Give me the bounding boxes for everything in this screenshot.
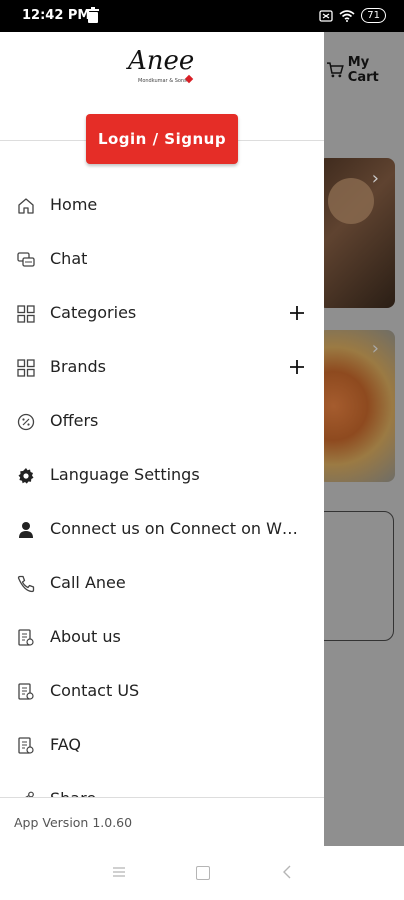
wifi-icon <box>339 9 355 22</box>
menu-item-label: Connect us on Connect on Whats... <box>50 519 308 538</box>
menu-item-label: Contact US <box>50 681 140 700</box>
chevron-right-icon: › <box>371 168 379 189</box>
cart-button[interactable]: My Cart <box>326 55 404 85</box>
menu-item-label: Language Settings <box>50 465 200 484</box>
expand-plus-icon[interactable] <box>289 359 305 375</box>
menu-item-label: About us <box>50 627 121 646</box>
drawer-menu: Home Chat Categories Brands Offers Langu… <box>0 179 324 797</box>
brand-logo: Anee Mondkumar & Sons <box>128 46 198 96</box>
phone-icon <box>17 575 35 593</box>
menu-item-home[interactable]: Home <box>0 179 324 233</box>
menu-item-call[interactable]: Call Anee <box>0 557 324 611</box>
menu-item-label: Chat <box>50 249 88 268</box>
logo-text: Anee <box>128 46 195 76</box>
menu-item-label: Brands <box>50 357 106 376</box>
menu-item-label: Share <box>50 789 96 797</box>
cart-icon <box>326 62 344 78</box>
offers-icon <box>17 413 35 431</box>
menu-item-brands[interactable]: Brands <box>0 341 324 395</box>
menu-item-categories[interactable]: Categories <box>0 287 324 341</box>
logo-subtext: Mondkumar & Sons <box>138 78 187 84</box>
home-nav-icon[interactable] <box>196 866 210 880</box>
trash-icon <box>87 7 99 23</box>
menu-item-label: Offers <box>50 411 99 430</box>
system-nav-bar <box>0 846 404 900</box>
menu-item-contact[interactable]: Contact US <box>0 665 324 719</box>
app-version: App Version 1.0.60 <box>14 815 133 830</box>
banner-image-tea[interactable]: › <box>318 158 395 308</box>
background-card <box>315 511 394 641</box>
menu-item-whatsapp[interactable]: Connect us on Connect on Whats... <box>0 503 324 557</box>
battery-indicator: 71 <box>361 8 386 23</box>
menu-item-chat[interactable]: Chat <box>0 233 324 287</box>
document-icon <box>18 629 34 646</box>
menu-item-label: Categories <box>50 303 137 322</box>
grid-icon <box>17 359 35 377</box>
menu-item-offers[interactable]: Offers <box>0 395 324 449</box>
banner-image-snack[interactable]: › <box>318 330 395 482</box>
menu-item-about[interactable]: About us <box>0 611 324 665</box>
menu-item-faq[interactable]: FAQ <box>0 719 324 773</box>
person-icon <box>19 522 33 538</box>
menu-item-label: Call Anee <box>50 573 126 592</box>
menu-item-language-settings[interactable]: Language Settings <box>0 449 324 503</box>
status-icons: 71 <box>319 8 386 23</box>
grid-icon <box>17 305 35 323</box>
menu-item-label: FAQ <box>50 735 81 754</box>
login-signup-button[interactable]: Login / Signup <box>86 114 238 164</box>
recent-apps-icon[interactable] <box>112 866 126 878</box>
document-icon <box>18 683 34 700</box>
expand-plus-icon[interactable] <box>289 305 305 321</box>
back-icon[interactable] <box>282 864 292 880</box>
document-icon <box>18 737 34 754</box>
chat-icon <box>17 252 35 267</box>
divider <box>0 797 324 798</box>
cart-label: My Cart <box>347 55 379 85</box>
status-time: 12:42 PM <box>22 8 91 23</box>
status-bar: 12:42 PM 71 <box>0 0 404 32</box>
menu-item-share[interactable]: Share <box>0 773 324 797</box>
settings-icon <box>18 468 34 484</box>
chevron-right-icon: › <box>371 338 379 359</box>
menu-item-label: Home <box>50 195 98 214</box>
sim-icon <box>319 9 333 22</box>
navigation-drawer: Anee Mondkumar & Sons Login / Signup Hom… <box>0 32 324 846</box>
home-icon <box>18 198 34 214</box>
